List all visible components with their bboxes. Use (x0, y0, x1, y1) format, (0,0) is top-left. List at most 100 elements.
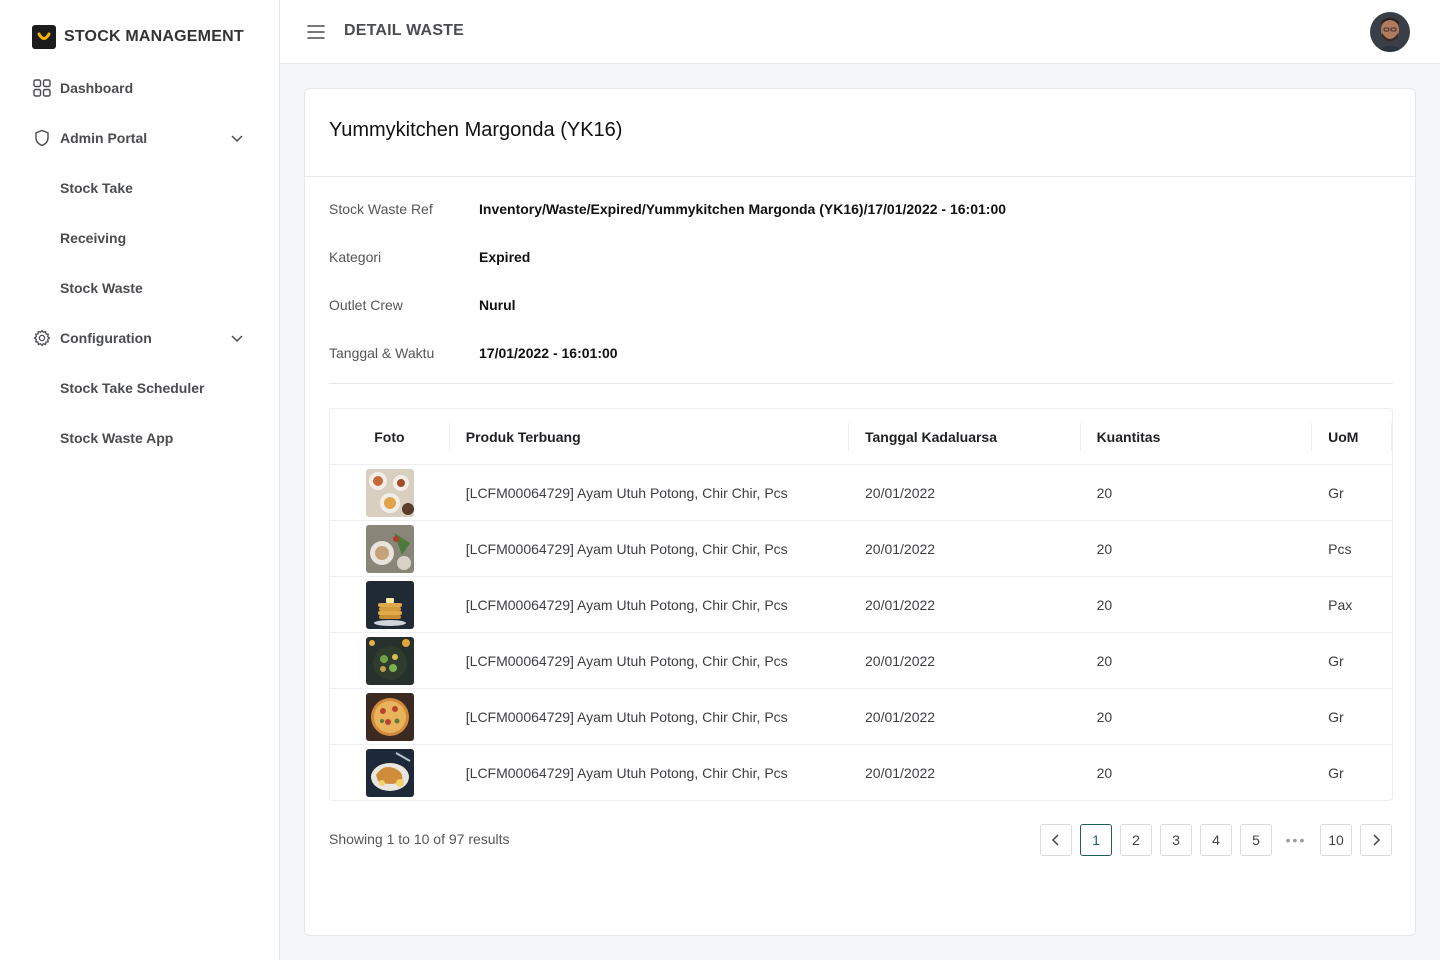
expiry-date: 20/01/2022 (865, 765, 936, 781)
page-button-1[interactable]: 1 (1080, 824, 1112, 856)
table-row[interactable]: [LCFM00064729] Ayam Utuh Potong, Chir Ch… (330, 745, 1392, 800)
product-name: [LCFM00064729] Ayam Utuh Potong, Chir Ch… (465, 652, 788, 669)
gear-icon (32, 328, 52, 348)
quantity: 20 (1096, 652, 1113, 669)
info-label: Stock Waste Ref (329, 201, 433, 217)
food-photo (365, 692, 414, 741)
info-label: Tanggal & Waktu (329, 345, 435, 361)
chevron-down-icon[interactable] (229, 130, 245, 146)
sidebar-item-label: Stock Waste App (60, 430, 174, 446)
table-header: Foto Produk Terbuang Tanggal Kadaluarsa … (330, 409, 1392, 465)
divider (329, 383, 1393, 384)
food-photo (365, 468, 414, 517)
uom: Pcs (1328, 540, 1352, 557)
quantity: 20 (1096, 765, 1113, 781)
shield-icon (32, 128, 52, 148)
uom: Gr (1328, 708, 1344, 725)
info-row-kategori: Kategori Expired (329, 247, 530, 267)
grid-icon (32, 78, 52, 98)
info-value: 17/01/2022 - 16:01:00 (479, 345, 618, 361)
brand-title: STOCK MANAGEMENT (64, 28, 244, 45)
sidebar-item-stock-take[interactable]: Stock Take (0, 163, 279, 213)
sidebar-item-stock-waste-app[interactable]: Stock Waste App (0, 413, 279, 463)
next-page-button[interactable] (1360, 824, 1392, 856)
results-summary: Showing 1 to 10 of 97 results (329, 831, 510, 847)
column-header-uom: UoM (1312, 422, 1392, 451)
sidebar-item-label: Receiving (60, 230, 127, 246)
product-name: [LCFM00064729] Ayam Utuh Potong, Chir Ch… (465, 484, 788, 501)
prev-page-button[interactable] (1040, 824, 1072, 856)
sidebar-item-dashboard[interactable]: Dashboard (0, 63, 279, 113)
info-value: Inventory/Waste/Expired/Yummykitchen Mar… (479, 201, 1007, 217)
sidebar-nav: Dashboard Admin Portal Stock Take Receiv… (0, 63, 279, 463)
product-name: [LCFM00064729] Ayam Utuh Potong, Chir Ch… (465, 708, 788, 725)
expiry-date: 20/01/2022 (865, 708, 936, 725)
column-header-expiry: Tanggal Kadaluarsa (849, 422, 1081, 451)
page-button-5[interactable]: 5 (1240, 824, 1272, 856)
table-row[interactable]: [LCFM00064729] Ayam Utuh Potong, Chir Ch… (330, 689, 1392, 745)
food-photo (365, 524, 414, 573)
chevron-right-icon (1373, 834, 1381, 846)
hamburger-icon[interactable] (306, 22, 326, 42)
pagination: 1 2 3 4 5 ••• 10 (1032, 824, 1392, 856)
sidebar-item-admin-portal[interactable]: Admin Portal (0, 113, 279, 163)
page-button-4[interactable]: 4 (1200, 824, 1232, 856)
sidebar: STOCK MANAGEMENT Dashboard Admin Portal … (0, 0, 280, 960)
quantity: 20 (1096, 596, 1113, 613)
info-row-datetime: Tanggal & Waktu 17/01/2022 - 16:01:00 (329, 343, 618, 363)
expiry-date: 20/01/2022 (865, 540, 936, 557)
info-row-crew: Outlet Crew Nurul (329, 295, 516, 315)
info-label: Outlet Crew (329, 297, 403, 313)
product-name: [LCFM00064729] Ayam Utuh Potong, Chir Ch… (465, 540, 788, 557)
page-button-last[interactable]: 10 (1320, 824, 1352, 856)
sidebar-item-stock-waste[interactable]: Stock Waste (0, 263, 279, 313)
page-button-3[interactable]: 3 (1160, 824, 1192, 856)
outlet-title: Yummykitchen Margonda (YK16) (329, 119, 623, 141)
brand[interactable]: STOCK MANAGEMENT (32, 24, 244, 50)
product-name: [LCFM00064729] Ayam Utuh Potong, Chir Ch… (465, 596, 788, 613)
chevron-left-icon (1051, 834, 1059, 846)
page-button-2[interactable]: 2 (1120, 824, 1152, 856)
top-bar: DETAIL WASTE (280, 0, 1440, 64)
column-header-foto: Foto (330, 422, 450, 451)
page-title: DETAIL WASTE (344, 22, 465, 39)
chevron-down-icon[interactable] (229, 330, 245, 346)
info-row-ref: Stock Waste Ref Inventory/Waste/Expired/… (329, 199, 1006, 219)
sidebar-item-receiving[interactable]: Receiving (0, 213, 279, 263)
expiry-date: 20/01/2022 (865, 484, 936, 501)
sidebar-item-label: Stock Take Scheduler (60, 380, 205, 396)
divider (305, 176, 1415, 177)
smile-logo-icon (32, 25, 56, 49)
sidebar-item-label: Admin Portal (60, 130, 148, 146)
table-row[interactable]: [LCFM00064729] Ayam Utuh Potong, Chir Ch… (330, 465, 1392, 521)
sidebar-item-label: Stock Waste (60, 280, 143, 296)
expiry-date: 20/01/2022 (865, 596, 936, 613)
quantity: 20 (1096, 484, 1113, 501)
user-avatar[interactable] (1370, 12, 1410, 52)
column-header-product: Produk Terbuang (450, 422, 849, 451)
uom: Gr (1328, 652, 1344, 669)
sidebar-item-stock-take-scheduler[interactable]: Stock Take Scheduler (0, 363, 279, 413)
sidebar-item-label: Stock Take (60, 180, 133, 196)
sidebar-item-label: Dashboard (60, 80, 134, 96)
pagination-ellipsis: ••• (1280, 824, 1312, 856)
column-header-quantity: Kuantitas (1081, 422, 1313, 451)
food-photo (365, 636, 414, 685)
table-row[interactable]: [LCFM00064729] Ayam Utuh Potong, Chir Ch… (330, 521, 1392, 577)
quantity: 20 (1096, 540, 1113, 557)
quantity: 20 (1096, 708, 1113, 725)
waste-table: Foto Produk Terbuang Tanggal Kadaluarsa … (329, 408, 1393, 801)
info-label: Kategori (329, 249, 382, 265)
info-value: Nurul (479, 297, 516, 313)
detail-card: Yummykitchen Margonda (YK16) Stock Waste… (304, 88, 1416, 936)
sidebar-item-configuration[interactable]: Configuration (0, 313, 279, 363)
product-name: [LCFM00064729] Ayam Utuh Potong, Chir Ch… (465, 765, 788, 781)
food-photo (365, 749, 414, 797)
uom: Gr (1328, 765, 1344, 781)
info-value: Expired (479, 249, 531, 265)
table-row[interactable]: [LCFM00064729] Ayam Utuh Potong, Chir Ch… (330, 577, 1392, 633)
table-row[interactable]: [LCFM00064729] Ayam Utuh Potong, Chir Ch… (330, 633, 1392, 689)
uom: Gr (1328, 484, 1344, 501)
sidebar-item-label: Configuration (60, 330, 152, 346)
expiry-date: 20/01/2022 (865, 652, 936, 669)
